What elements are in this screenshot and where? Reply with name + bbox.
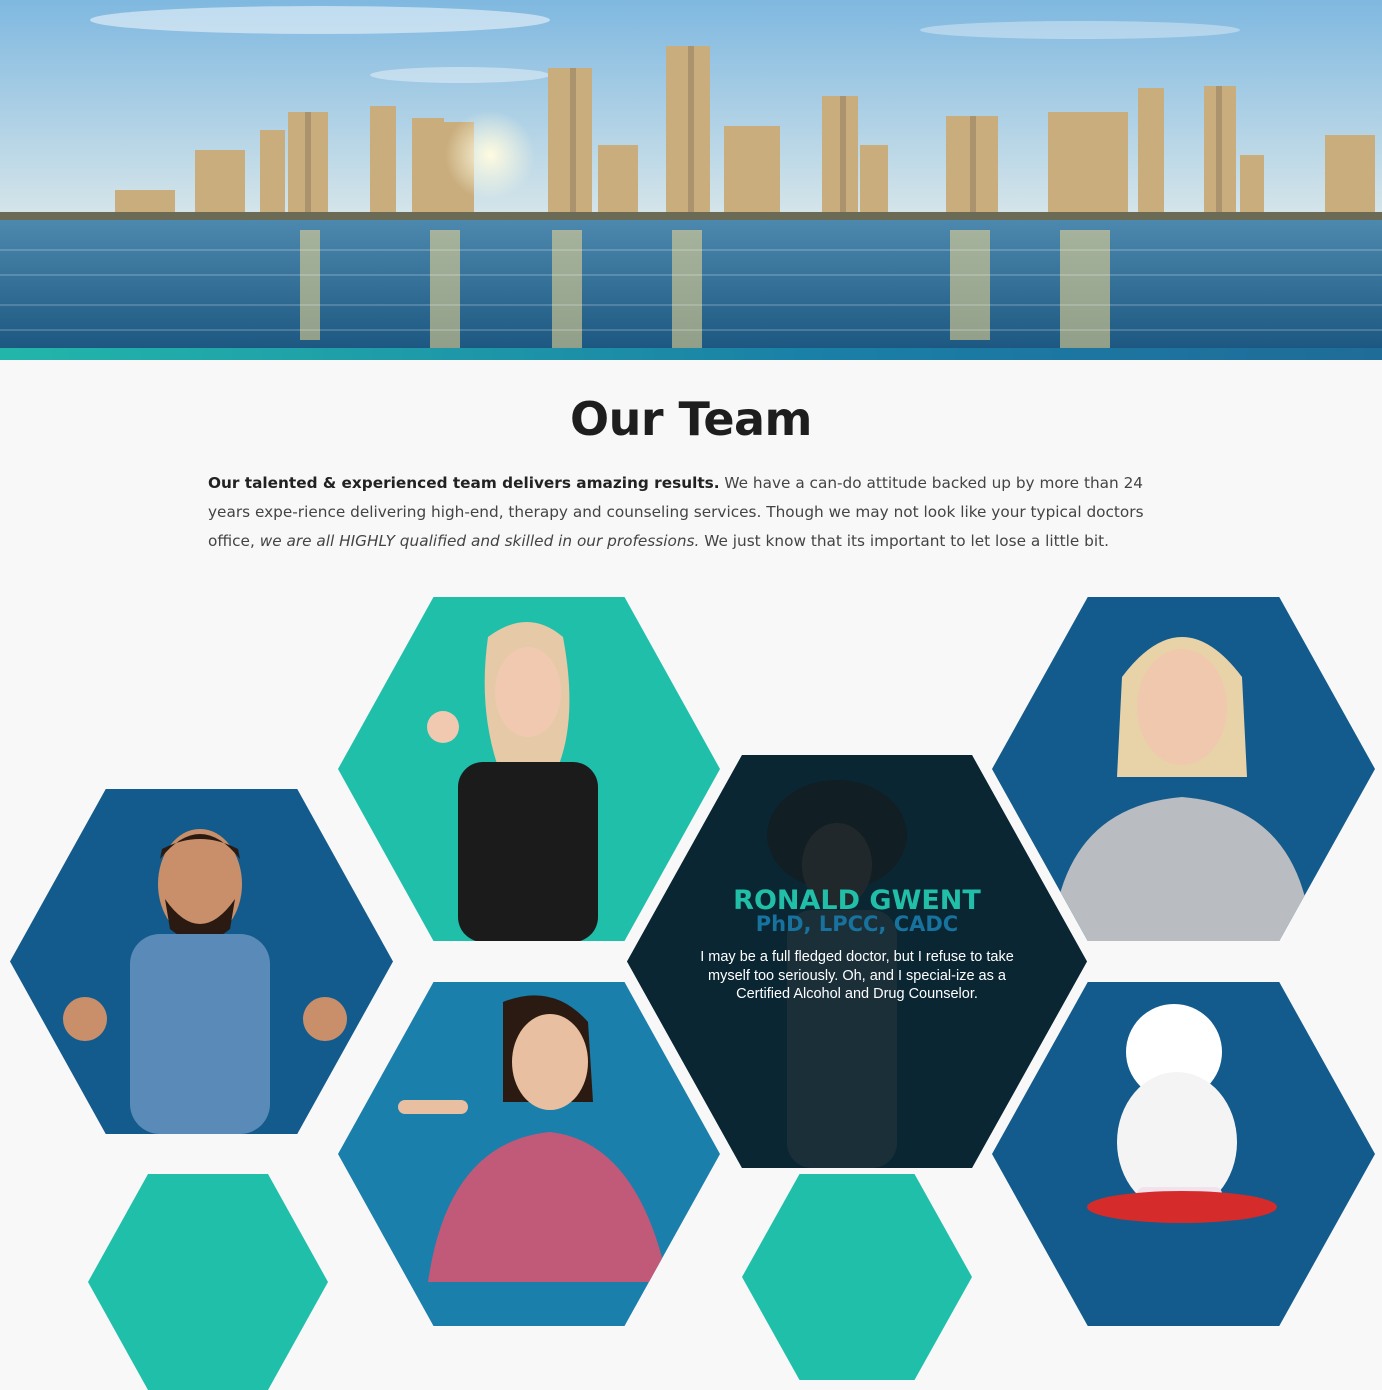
intro-italic: we are all HIGHLY qualified and skilled … bbox=[259, 532, 700, 550]
member-credentials: PhD, LPCC, CADC bbox=[755, 912, 959, 936]
member-photo bbox=[398, 995, 668, 1282]
team-card-woman-senior[interactable] bbox=[992, 597, 1375, 941]
page-title: Our Team bbox=[570, 392, 813, 446]
member-photo bbox=[63, 829, 347, 1134]
accent-stripe bbox=[0, 348, 1382, 360]
team-card-woman-pointing[interactable] bbox=[338, 982, 720, 1326]
team-card-dog[interactable] bbox=[992, 982, 1375, 1326]
member-photo bbox=[1052, 637, 1312, 941]
team-card-partial-2[interactable] bbox=[742, 1174, 972, 1380]
member-photo bbox=[427, 622, 598, 941]
skyline-illustration bbox=[0, 0, 1382, 348]
hero-image bbox=[0, 0, 1382, 348]
intro-text-2: We just know that its important to let l… bbox=[699, 532, 1109, 550]
team-card-bearded-man[interactable] bbox=[10, 789, 393, 1134]
team-card-woman-blonde[interactable] bbox=[338, 597, 720, 941]
team-card-featured[interactable]: RONALD GWENT PhD, LPCC, CADC I may be a … bbox=[627, 755, 1087, 1168]
team-intro: Our talented & experienced team delivers… bbox=[208, 469, 1178, 556]
team-card-partial-1[interactable] bbox=[88, 1174, 328, 1390]
intro-bold: Our talented & experienced team delivers… bbox=[208, 474, 720, 492]
member-bio: I may be a full fledged doctor, but I re… bbox=[700, 949, 1014, 1002]
member-photo bbox=[1087, 1004, 1277, 1223]
